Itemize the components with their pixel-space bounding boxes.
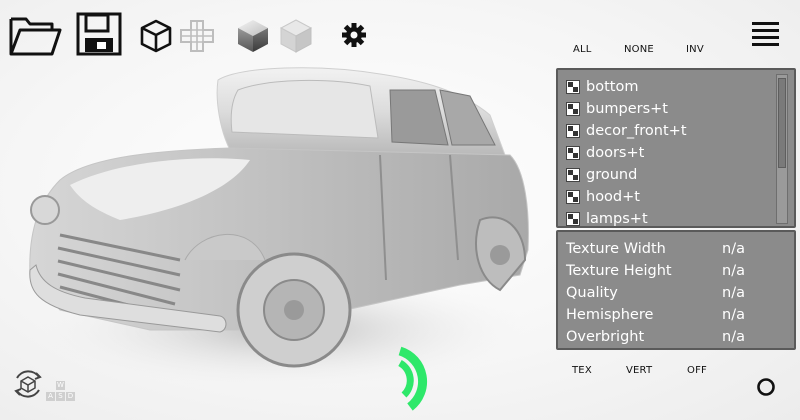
info-label: Hemisphere <box>566 307 654 323</box>
folder-open-icon[interactable] <box>8 12 62 58</box>
cube-wireframe-icon[interactable] <box>138 18 174 54</box>
layer-item[interactable]: lamps+t <box>566 208 687 227</box>
info-value: n/a <box>722 241 745 257</box>
circle-icon[interactable] <box>756 377 776 397</box>
scrollbar-thumb[interactable] <box>778 78 786 168</box>
info-label: Overbright <box>566 329 645 345</box>
layer-list[interactable]: bottom bumpers+t decor_front+t doors+t g… <box>556 68 796 228</box>
loading-arc-icon <box>388 345 438 415</box>
checkbox-icon[interactable] <box>566 168 580 182</box>
layer-item[interactable]: decor_front+t <box>566 120 687 142</box>
key-s: S <box>56 392 65 401</box>
info-row-overbright: Overbright n/a <box>566 326 745 348</box>
checkbox-icon[interactable] <box>566 80 580 94</box>
layer-item[interactable]: bumpers+t <box>566 98 687 120</box>
checkbox-icon[interactable] <box>566 146 580 160</box>
hamburger-icon[interactable] <box>750 20 782 48</box>
layer-item[interactable]: bottom <box>566 76 687 98</box>
floppy-disk-icon[interactable] <box>76 12 122 56</box>
key-a: A <box>46 392 55 401</box>
checkbox-icon[interactable] <box>566 102 580 116</box>
layer-item[interactable]: doors+t <box>566 142 687 164</box>
info-label: Texture Width <box>566 241 666 257</box>
mode-off-button[interactable]: OFF <box>687 365 707 376</box>
cross-outline-icon[interactable] <box>178 18 216 54</box>
info-value: n/a <box>722 307 745 323</box>
layer-item[interactable]: ground <box>566 164 687 186</box>
info-row-hemisphere: Hemisphere n/a <box>566 304 745 326</box>
info-row-texture-height: Texture Height n/a <box>566 260 745 282</box>
layer-label: decor_front+t <box>586 123 687 139</box>
info-value: n/a <box>722 285 745 301</box>
info-value: n/a <box>722 263 745 279</box>
info-value: n/a <box>722 329 745 345</box>
info-label: Texture Height <box>566 263 672 279</box>
layer-label: bottom <box>586 79 639 95</box>
texture-info-panel: Texture Width n/a Texture Height n/a Qua… <box>556 230 796 350</box>
layer-label: lamps+t <box>586 211 648 227</box>
select-none-button[interactable]: NONE <box>624 44 654 55</box>
3d-viewport[interactable] <box>0 60 556 420</box>
info-label: Quality <box>566 285 618 301</box>
key-w: W <box>56 381 65 390</box>
layer-label: doors+t <box>586 145 645 161</box>
rotate-view-icon[interactable] <box>10 366 46 402</box>
car-model <box>29 67 530 390</box>
cube-light-icon[interactable] <box>277 17 315 55</box>
gear-icon[interactable] <box>339 20 369 50</box>
checkbox-icon[interactable] <box>566 190 580 204</box>
cube-solid-icon[interactable] <box>234 17 272 55</box>
select-invert-button[interactable]: INV <box>686 44 704 55</box>
info-row-quality: Quality n/a <box>566 282 745 304</box>
layer-list-scrollbar[interactable] <box>776 74 788 224</box>
layer-item[interactable]: hood+t <box>566 186 687 208</box>
layer-label: ground <box>586 167 638 183</box>
key-d: D <box>66 392 75 401</box>
mode-tex-button[interactable]: TEX <box>572 365 592 376</box>
checkbox-icon[interactable] <box>566 212 580 226</box>
mode-vert-button[interactable]: VERT <box>626 365 652 376</box>
info-row-texture-width: Texture Width n/a <box>566 238 745 260</box>
wasd-keys: W A S D <box>46 381 75 409</box>
select-all-button[interactable]: ALL <box>573 44 592 55</box>
layer-label: bumpers+t <box>586 101 668 117</box>
layer-label: hood+t <box>586 189 640 205</box>
checkbox-icon[interactable] <box>566 124 580 138</box>
